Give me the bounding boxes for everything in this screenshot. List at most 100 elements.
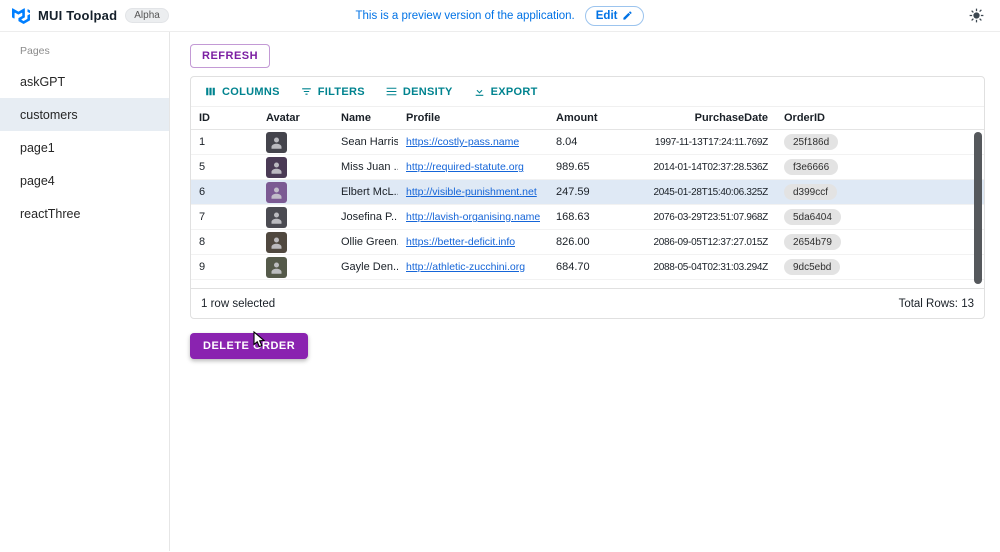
density-button[interactable]: DENSITY bbox=[378, 82, 460, 101]
preview-banner: This is a preview version of the applica… bbox=[242, 6, 758, 26]
cell-id: 7 bbox=[191, 205, 258, 229]
sidebar-item-label: customers bbox=[20, 108, 78, 122]
avatar bbox=[266, 182, 287, 203]
app-root: MUI Toolpad Alpha This is a preview vers… bbox=[0, 0, 1000, 552]
column-header-avatar[interactable]: Avatar bbox=[258, 107, 333, 129]
grid-rows: 1 Sean Harris https://costly-pass.name 8… bbox=[191, 130, 984, 280]
cell-purchase-date: 2014-01-14T02:37:28.536Z bbox=[636, 155, 776, 179]
filter-icon bbox=[300, 85, 313, 98]
cell-id: 6 bbox=[191, 180, 258, 204]
column-header-orderid[interactable]: OrderID bbox=[776, 107, 984, 129]
column-header-purchasedate[interactable]: PurchaseDate bbox=[636, 107, 776, 129]
profile-link[interactable]: https://better-deficit.info bbox=[406, 236, 515, 248]
cell-name: Sean Harris bbox=[333, 130, 398, 154]
edit-button[interactable]: Edit bbox=[585, 6, 645, 26]
cell-id: 1 bbox=[191, 130, 258, 154]
sidebar: Pages askGPT customers page1 page4 react… bbox=[0, 32, 170, 551]
sidebar-item-label: reactThree bbox=[20, 207, 80, 221]
app-bar-left: MUI Toolpad Alpha bbox=[12, 8, 242, 24]
columns-icon bbox=[204, 85, 217, 98]
sidebar-item-label: page1 bbox=[20, 141, 55, 155]
table-row[interactable]: 7 Josefina P... http://lavish-organising… bbox=[191, 205, 984, 230]
sidebar-nav: askGPT customers page1 page4 reactThree bbox=[0, 65, 169, 230]
pencil-icon bbox=[622, 10, 633, 21]
order-id-chip: 5da6404 bbox=[784, 209, 841, 225]
order-id-chip: f3e6666 bbox=[784, 159, 838, 175]
cell-amount: 684.70 bbox=[548, 255, 636, 279]
export-button[interactable]: EXPORT bbox=[466, 82, 545, 101]
cell-purchase-date: 2045-01-28T15:40:06.325Z bbox=[636, 180, 776, 204]
profile-link[interactable]: https://costly-pass.name bbox=[406, 136, 519, 148]
column-header-id[interactable]: ID bbox=[191, 107, 258, 129]
cell-id: 5 bbox=[191, 155, 258, 179]
sidebar-item-page4[interactable]: page4 bbox=[0, 164, 169, 197]
profile-link[interactable]: http://lavish-organising.name bbox=[406, 211, 540, 223]
cell-name: Miss Juan ... bbox=[333, 155, 398, 179]
sidebar-section-label: Pages bbox=[0, 38, 169, 65]
alpha-badge: Alpha bbox=[125, 8, 169, 23]
column-header-profile[interactable]: Profile bbox=[398, 107, 548, 129]
grid-footer: 1 row selected Total Rows: 13 bbox=[191, 288, 984, 318]
cell-name: Elbert McL... bbox=[333, 180, 398, 204]
cell-amount: 168.63 bbox=[548, 205, 636, 229]
avatar bbox=[266, 232, 287, 253]
export-icon bbox=[473, 85, 486, 98]
density-icon bbox=[385, 85, 398, 98]
theme-toggle-button[interactable] bbox=[965, 4, 988, 27]
columns-button[interactable]: COLUMNS bbox=[197, 82, 287, 101]
avatar bbox=[266, 157, 287, 178]
sidebar-item-page1[interactable]: page1 bbox=[0, 131, 169, 164]
sidebar-item-label: page4 bbox=[20, 174, 55, 188]
cell-id: 9 bbox=[191, 255, 258, 279]
column-header-name[interactable]: Name bbox=[333, 107, 398, 129]
sidebar-item-askGPT[interactable]: askGPT bbox=[0, 65, 169, 98]
main-content: REFRESH COLUMNS FILTERS DENSITY bbox=[170, 32, 1000, 551]
table-row[interactable]: 5 Miss Juan ... http://required-statute.… bbox=[191, 155, 984, 180]
edit-button-label: Edit bbox=[596, 10, 618, 22]
cell-purchase-date: 2086-09-05T12:37:27.015Z bbox=[636, 230, 776, 254]
order-id-chip: 25f186d bbox=[784, 134, 838, 150]
cell-id: 8 bbox=[191, 230, 258, 254]
profile-link[interactable]: http://required-statute.org bbox=[406, 161, 524, 173]
column-header-amount[interactable]: Amount bbox=[548, 107, 636, 129]
sidebar-item-customers[interactable]: customers bbox=[0, 98, 169, 131]
table-row[interactable]: 1 Sean Harris https://costly-pass.name 8… bbox=[191, 130, 984, 155]
profile-link[interactable]: http://visible-punishment.net bbox=[406, 186, 537, 198]
grid-header-row: ID Avatar Name Profile Amount PurchaseDa… bbox=[191, 106, 984, 130]
table-row[interactable]: 8 Ollie Green... https://better-deficit.… bbox=[191, 230, 984, 255]
cell-name: Josefina P... bbox=[333, 205, 398, 229]
sidebar-item-label: askGPT bbox=[20, 75, 65, 89]
profile-link[interactable]: http://athletic-zucchini.org bbox=[406, 261, 525, 273]
data-grid: COLUMNS FILTERS DENSITY EXPORT bbox=[190, 76, 985, 319]
mui-logo-icon bbox=[12, 8, 30, 24]
order-id-chip: 9dc5ebd bbox=[784, 259, 840, 275]
cell-purchase-date: 2088-05-04T02:31:03.294Z bbox=[636, 255, 776, 279]
delete-order-button[interactable]: DELETE ORDER bbox=[190, 333, 308, 359]
cell-name: Ollie Green... bbox=[333, 230, 398, 254]
total-rows-label: Total Rows: 13 bbox=[899, 298, 974, 310]
app-bar-right bbox=[758, 4, 988, 27]
selection-status: 1 row selected bbox=[201, 298, 275, 310]
cell-amount: 826.00 bbox=[548, 230, 636, 254]
cell-purchase-date: 1997-11-13T17:24:11.769Z bbox=[636, 130, 776, 154]
grid-spacer bbox=[191, 280, 984, 288]
grid-vertical-scrollbar[interactable] bbox=[974, 132, 982, 284]
avatar bbox=[266, 132, 287, 153]
avatar bbox=[266, 207, 287, 228]
sun-icon bbox=[969, 8, 984, 23]
cell-amount: 247.59 bbox=[548, 180, 636, 204]
app-bar: MUI Toolpad Alpha This is a preview vers… bbox=[0, 0, 1000, 32]
refresh-button[interactable]: REFRESH bbox=[190, 44, 270, 68]
cell-amount: 8.04 bbox=[548, 130, 636, 154]
cell-purchase-date: 2076-03-29T23:51:07.968Z bbox=[636, 205, 776, 229]
sidebar-item-reactThree[interactable]: reactThree bbox=[0, 197, 169, 230]
avatar bbox=[266, 257, 287, 278]
order-id-chip: d399ccf bbox=[784, 184, 837, 200]
app-title: MUI Toolpad bbox=[38, 8, 117, 23]
table-row[interactable]: 9 Gayle Den... http://athletic-zucchini.… bbox=[191, 255, 984, 280]
cell-name: Gayle Den... bbox=[333, 255, 398, 279]
table-row[interactable]: 6 Elbert McL... http://visible-punishmen… bbox=[191, 180, 984, 205]
filters-button[interactable]: FILTERS bbox=[293, 82, 372, 101]
order-id-chip: 2654b79 bbox=[784, 234, 841, 250]
cell-amount: 989.65 bbox=[548, 155, 636, 179]
